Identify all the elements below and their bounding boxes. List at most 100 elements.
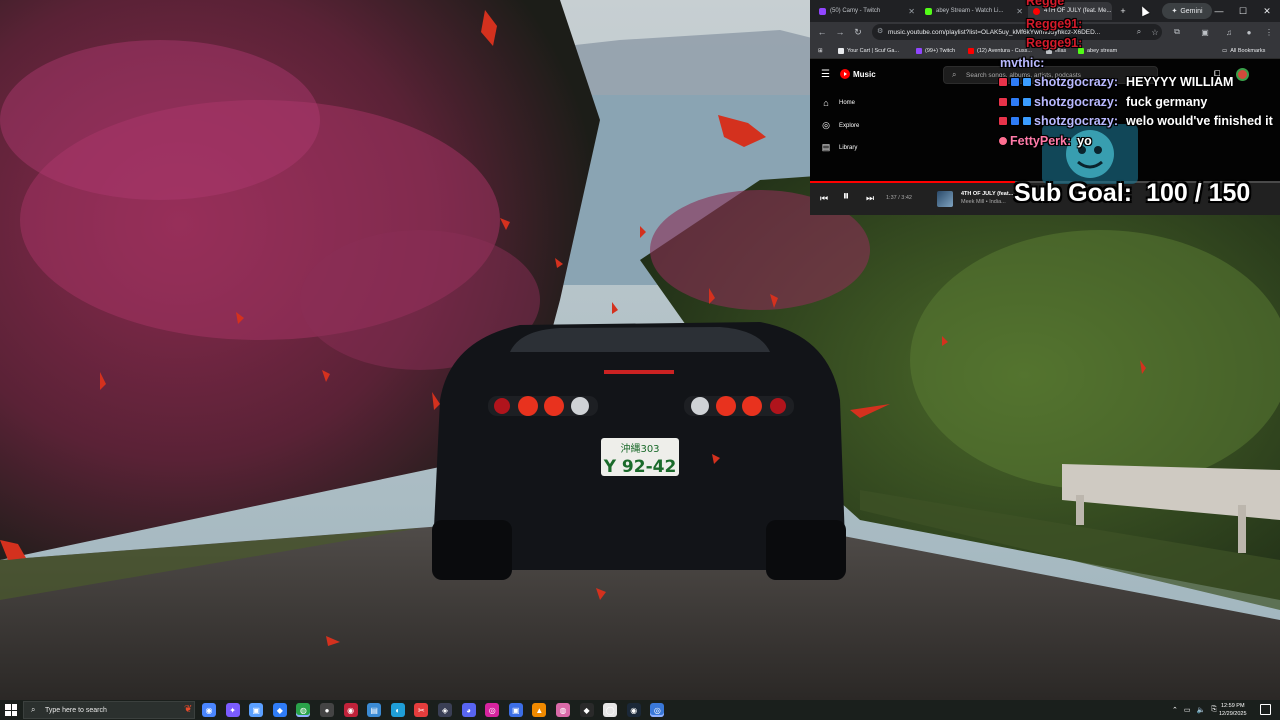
bookmark-twitch[interactable]: (99+) Twitch (916, 45, 955, 56)
discord-icon[interactable]: ◕ (461, 703, 476, 717)
bookmark-star-icon[interactable]: ☆ (1148, 25, 1162, 39)
ytm-logo[interactable]: Music (840, 69, 876, 79)
time-readout: 1:37 / 3:42 (886, 195, 912, 201)
tab-title: 4TH OF JULY (feat. Me... (1044, 8, 1112, 14)
progress-bar[interactable] (810, 181, 1280, 183)
media-controls-icon[interactable]: ♫ (1222, 25, 1236, 39)
epic-games-icon[interactable]: ◆ (579, 703, 594, 717)
folder-icon: ▭ (1222, 47, 1228, 54)
chrome-icon[interactable]: ◍ (296, 703, 311, 717)
side-panel-icon[interactable]: ▣ (1198, 25, 1212, 39)
all-bookmarks[interactable]: ▭ All Bookmarks (1222, 45, 1265, 56)
bookmark-label: (99+) Twitch (925, 47, 956, 54)
avatar[interactable] (1236, 68, 1249, 81)
ytm-search-placeholder: Search songs, albums, artists, podcasts (966, 71, 1081, 79)
address-bar[interactable]: ⚙ music.youtube.com/playlist?list=OLAK5u… (872, 24, 1162, 40)
site-info-icon[interactable]: ⚙ (877, 27, 883, 35)
twitch-icon (916, 47, 922, 54)
close-window-button[interactable]: ✕ (1256, 3, 1278, 19)
hamburger-menu-icon[interactable]: ☰ (821, 69, 830, 80)
vlc-icon[interactable]: ▲ (532, 703, 547, 717)
minimize-button[interactable]: — (1208, 3, 1230, 19)
clock-date: 12/29/2025 (1219, 711, 1247, 717)
tab-kick[interactable]: abey Stream - Watch Li... ✕ (920, 2, 1028, 20)
ytm-nav-explore[interactable]: ◎ Explore (821, 120, 859, 131)
close-icon[interactable]: ✕ (1016, 7, 1023, 16)
notification-center-icon[interactable] (1260, 704, 1271, 715)
edge-icon[interactable]: ◐ (390, 703, 405, 717)
ytm-nav-label: Library (839, 144, 858, 151)
globe-icon (1046, 47, 1052, 54)
search-highlight-icon: ❦ (184, 704, 193, 715)
compass-icon: ◎ (822, 120, 830, 130)
copilot-icon[interactable]: ✦ (225, 703, 240, 717)
youtube-music-icon (1033, 7, 1040, 15)
browser-toolbar: ← → ↻ ⚙ music.youtube.com/playlist?list=… (810, 22, 1280, 42)
close-icon[interactable]: ✕ (908, 7, 915, 16)
bookmark-abey-stream[interactable]: abey stream (1078, 45, 1117, 56)
all-bookmarks-label: All Bookmarks (1230, 47, 1266, 54)
clock-time: 12:59 PM (1220, 703, 1245, 709)
forward-button[interactable]: → (832, 24, 848, 40)
ytm-nav-library[interactable]: ▤ Library (821, 142, 858, 153)
bookmark-scuf[interactable]: Your Cart | Scuf Ga... (838, 45, 899, 56)
now-playing-artist[interactable]: Meek Mill • India... (961, 199, 1006, 205)
cortana-icon[interactable]: ◉ (202, 703, 216, 717)
taskbar-search-input[interactable]: ⌕ Type here to search ❦ (23, 701, 195, 719)
album-art[interactable] (937, 191, 953, 207)
bookmark-label: abey stream (1087, 47, 1118, 54)
windows-start-icon[interactable] (5, 704, 17, 716)
network-icon[interactable]: ▭ (1184, 706, 1191, 714)
now-playing-title[interactable]: 4TH OF JULY (feat... (961, 191, 1013, 197)
previous-track-icon[interactable]: ⏮ (818, 191, 830, 205)
ytm-search-input[interactable]: ⌕ Search songs, albums, artists, podcast… (943, 66, 1158, 84)
reload-button[interactable]: ↻ (850, 24, 866, 40)
profile-icon[interactable]: ● (1242, 25, 1256, 39)
capcut-icon[interactable]: ✂ (414, 703, 429, 717)
app-dark-icon[interactable]: ◈ (438, 703, 452, 717)
pause-icon[interactable]: ⏸ (838, 188, 854, 203)
bookmark-label: Your Cart | Scuf Ga... (847, 47, 899, 54)
clock[interactable]: 12:59 PM 12/29/2025 (1219, 702, 1247, 718)
tab-youtube-music[interactable]: 4TH OF JULY (feat. Me... ✕ (1028, 2, 1112, 20)
kick-icon (1078, 47, 1084, 54)
tab-twitch[interactable]: (50) Camy - Twitch ✕ (814, 2, 920, 20)
back-button[interactable]: ← (814, 24, 830, 40)
tab-title: abey Stream - Watch Li... (936, 8, 1004, 14)
new-tab-button[interactable]: + (1112, 3, 1134, 19)
chrome-active-icon[interactable]: ◎ (650, 703, 665, 717)
menu-kebab-icon[interactable]: ⋮ (1262, 25, 1276, 39)
file-explorer-icon[interactable]: ▤ (367, 703, 382, 717)
app-pink-icon[interactable]: ◍ (556, 703, 570, 717)
ytm-nav-home[interactable]: ⌂ Home (821, 98, 855, 108)
task-view-icon[interactable]: ▣ (249, 703, 264, 717)
zoom-icon[interactable]: ⌕ (1132, 25, 1146, 39)
youtube-music-icon (840, 69, 850, 79)
bookmark-label: ellas (1055, 47, 1067, 54)
tab-title: (50) Camy - Twitch (830, 8, 881, 14)
player-bar: ⏮ ⏸ ⏭ 1:37 / 3:42 4TH OF JULY (feat... M… (810, 181, 1280, 215)
svg-text:Y 92-42: Y 92-42 (603, 457, 677, 477)
bookmark-aventura[interactable]: (12) Aventura - Cuss... (968, 45, 1032, 56)
language-icon[interactable]: ⎘ (1211, 706, 1217, 714)
instagram-icon[interactable]: ◎ (485, 703, 500, 717)
taskbar-search-placeholder: Type here to search (45, 706, 107, 714)
search-icon: ⌕ (952, 70, 957, 79)
red-app-icon[interactable]: ◉ (343, 703, 358, 717)
volume-icon[interactable]: 🔈 (1197, 706, 1206, 714)
app-white-icon[interactable]: ◯ (603, 703, 618, 717)
extensions-icon[interactable]: ⧉ (1170, 25, 1184, 39)
gemini-button[interactable]: ✦ Gemini (1162, 3, 1212, 19)
app-blue-icon[interactable]: ◆ (272, 703, 287, 717)
bookmark-ellas[interactable]: ellas (1046, 45, 1066, 56)
apps-icon[interactable]: ⊞ (818, 45, 823, 56)
show-hidden-icons-icon[interactable]: ⌃ (1172, 706, 1178, 714)
steam-icon[interactable]: ◉ (626, 703, 641, 717)
maximize-button[interactable]: ☐ (1232, 3, 1254, 19)
cast-icon[interactable]: ⧠ (1214, 69, 1220, 79)
app-blue2-icon[interactable]: ▣ (508, 703, 523, 717)
obs-icon[interactable]: ● (320, 703, 334, 717)
next-track-icon[interactable]: ⏭ (864, 191, 876, 205)
system-tray: ⌃ ▭ 🔈 ⎘ (1172, 703, 1217, 717)
tab-strip: (50) Camy - Twitch ✕ abey Stream - Watch… (810, 0, 1280, 22)
